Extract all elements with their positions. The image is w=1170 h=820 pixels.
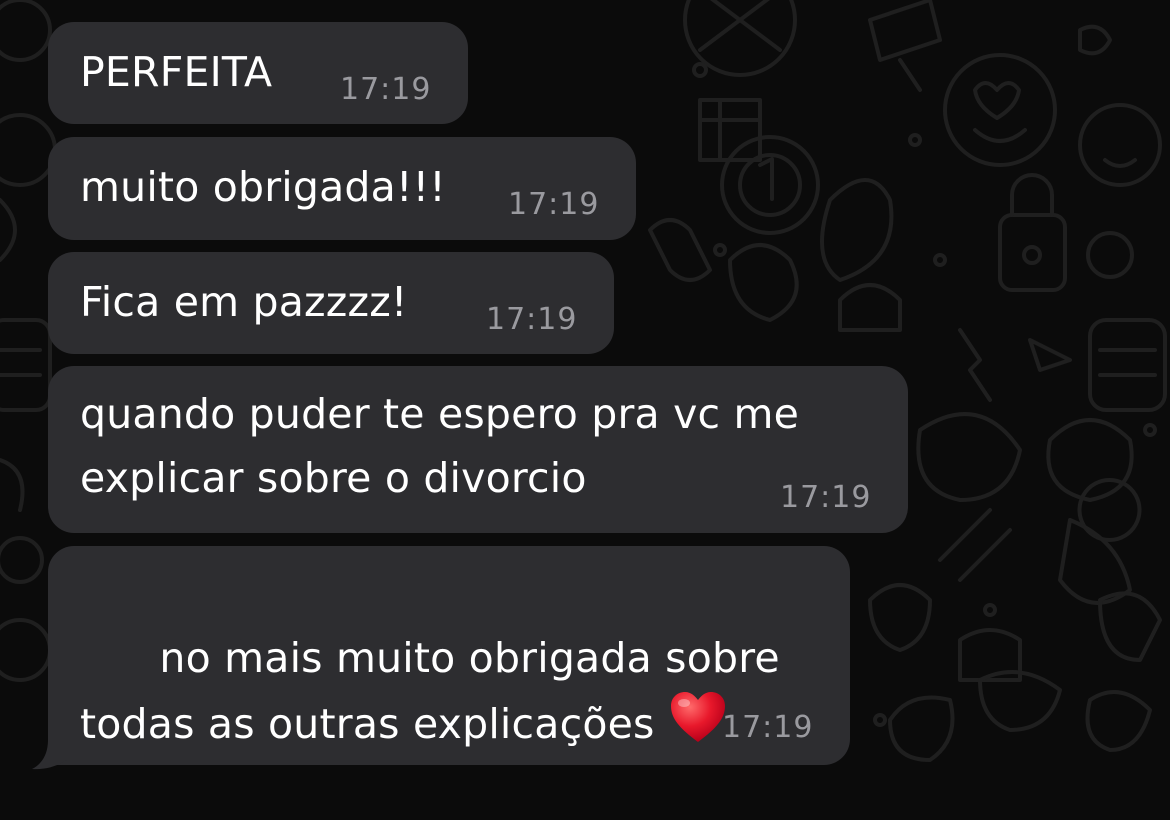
- message-text: PERFEITA: [80, 48, 273, 96]
- message-bubble[interactable]: no mais muito obrigada sobre todas as ou…: [48, 546, 850, 765]
- bubble-tail: [32, 740, 70, 770]
- message-text: Fica em pazzzz!: [80, 278, 408, 326]
- message-timestamp: 17:19: [340, 72, 432, 107]
- message-bubble[interactable]: PERFEITA 17:19: [48, 22, 468, 124]
- message-list: PERFEITA 17:19 muito obrigada!!! 17:19 F…: [0, 0, 1170, 779]
- red-heart-icon: [670, 692, 725, 742]
- message-timestamp: 17:19: [486, 302, 578, 337]
- message-bubble[interactable]: Fica em pazzzz! 17:19: [48, 252, 614, 354]
- message-bubble[interactable]: quando puder te espero pra vc me explica…: [48, 366, 908, 533]
- message-text: quando puder te espero pra vc me explica…: [80, 390, 813, 502]
- message-bubble[interactable]: muito obrigada!!! 17:19: [48, 137, 636, 240]
- message-timestamp: 17:19: [722, 710, 814, 745]
- message-text: muito obrigada!!!: [80, 163, 446, 211]
- message-timestamp: 17:19: [780, 480, 872, 515]
- message-text-line: no mais muito obrigada sobre todas as ou…: [80, 562, 810, 820]
- message-timestamp: 17:19: [508, 187, 600, 222]
